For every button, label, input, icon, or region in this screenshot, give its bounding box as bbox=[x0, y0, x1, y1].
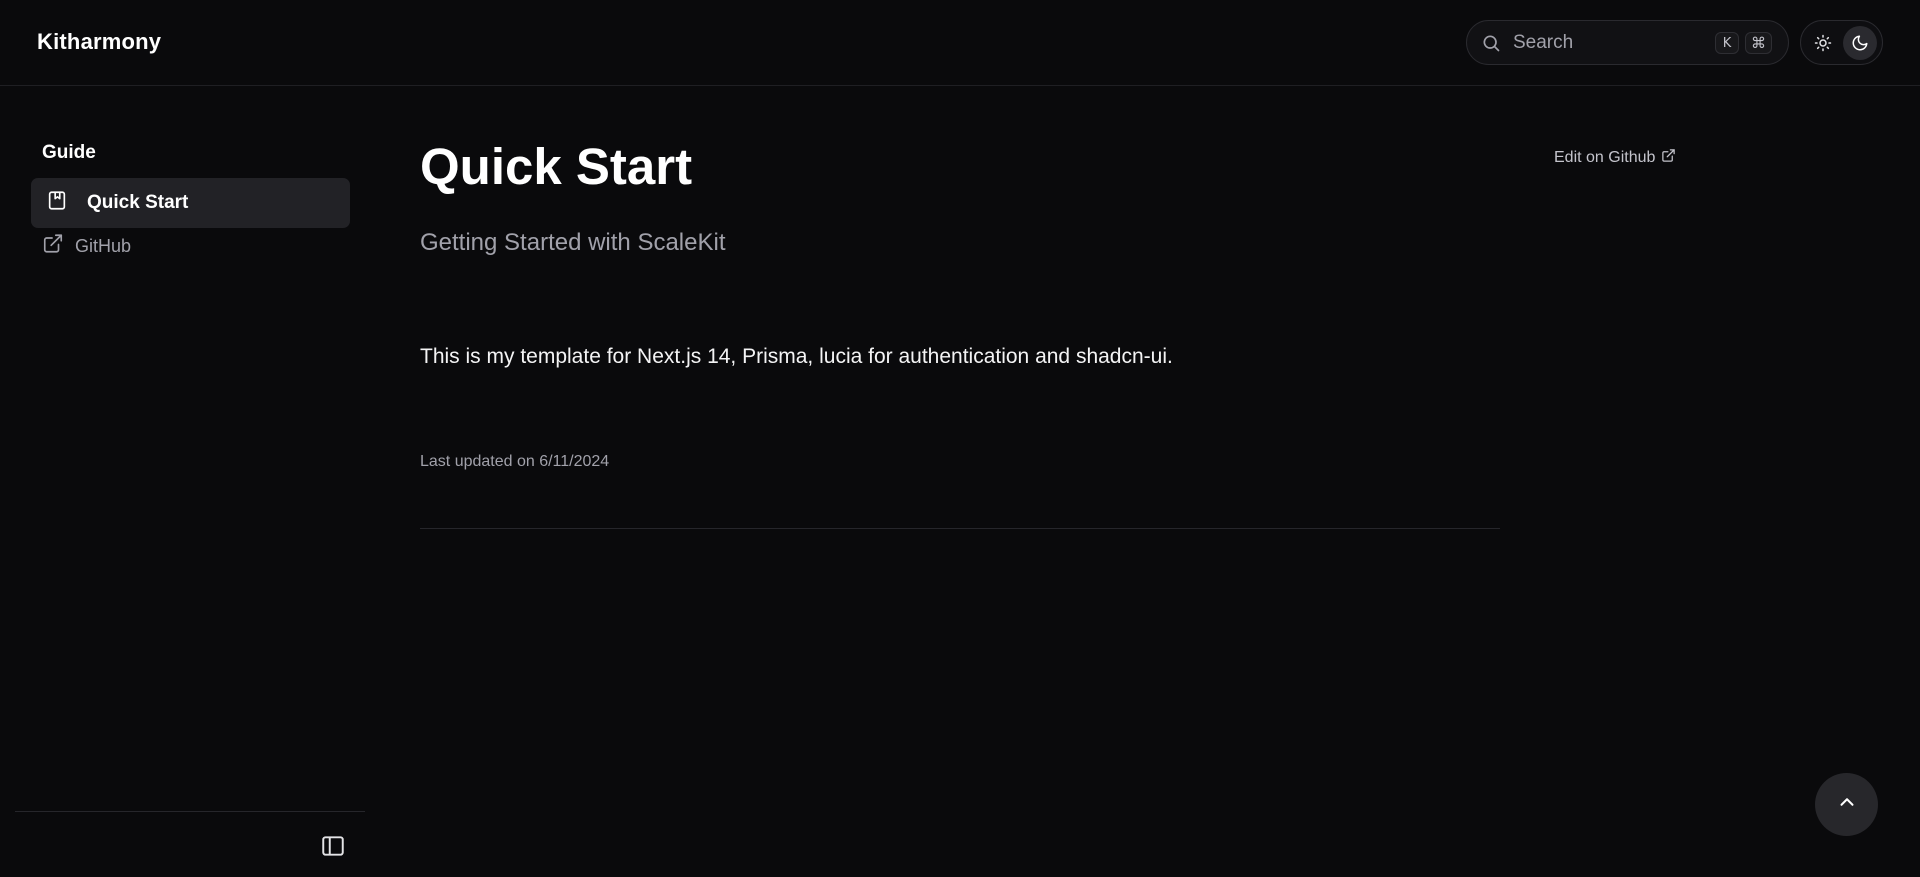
sidebar-item-label: GitHub bbox=[75, 235, 132, 256]
sidebar-toggle-icon[interactable] bbox=[318, 831, 348, 861]
page-title: Quick Start bbox=[420, 138, 693, 195]
moon-icon[interactable] bbox=[1843, 26, 1877, 60]
shortcut-key-k: K bbox=[1715, 32, 1739, 54]
book-icon bbox=[46, 190, 68, 217]
chevron-up-icon bbox=[1836, 791, 1858, 818]
sun-icon[interactable] bbox=[1806, 26, 1840, 60]
edit-on-github-link[interactable]: Edit on Github bbox=[1554, 148, 1676, 168]
search-button[interactable]: Search K ⌘ bbox=[1466, 20, 1789, 65]
top-navbar: Kitharmony Search K ⌘ bbox=[0, 0, 1920, 86]
page-body-text: This is my template for Next.js 14, Pris… bbox=[420, 345, 1173, 368]
page-description: Getting Started with ScaleKit bbox=[420, 229, 726, 256]
shortcut-key-cmd: ⌘ bbox=[1745, 32, 1772, 54]
sidebar-group-title: Guide bbox=[42, 142, 96, 163]
sidebar: Guide Quick Start GitHub bbox=[0, 87, 365, 877]
sidebar-footer-divider bbox=[15, 811, 365, 812]
sidebar-item-github[interactable]: GitHub bbox=[31, 225, 350, 267]
search-placeholder: Search bbox=[1513, 32, 1574, 53]
theme-toggle bbox=[1800, 20, 1883, 65]
external-link-icon bbox=[42, 233, 64, 260]
sidebar-item-label: Quick Start bbox=[87, 192, 189, 213]
scroll-to-top-button[interactable] bbox=[1815, 773, 1878, 836]
edit-on-github-label: Edit on Github bbox=[1554, 149, 1656, 166]
site-logo[interactable]: Kitharmony bbox=[37, 29, 161, 55]
sidebar-item-quick-start[interactable]: Quick Start bbox=[31, 178, 350, 228]
search-icon bbox=[1481, 33, 1501, 58]
external-link-icon bbox=[1661, 148, 1676, 168]
content-divider bbox=[420, 528, 1500, 529]
last-updated: Last updated on 6/11/2024 bbox=[420, 453, 610, 470]
